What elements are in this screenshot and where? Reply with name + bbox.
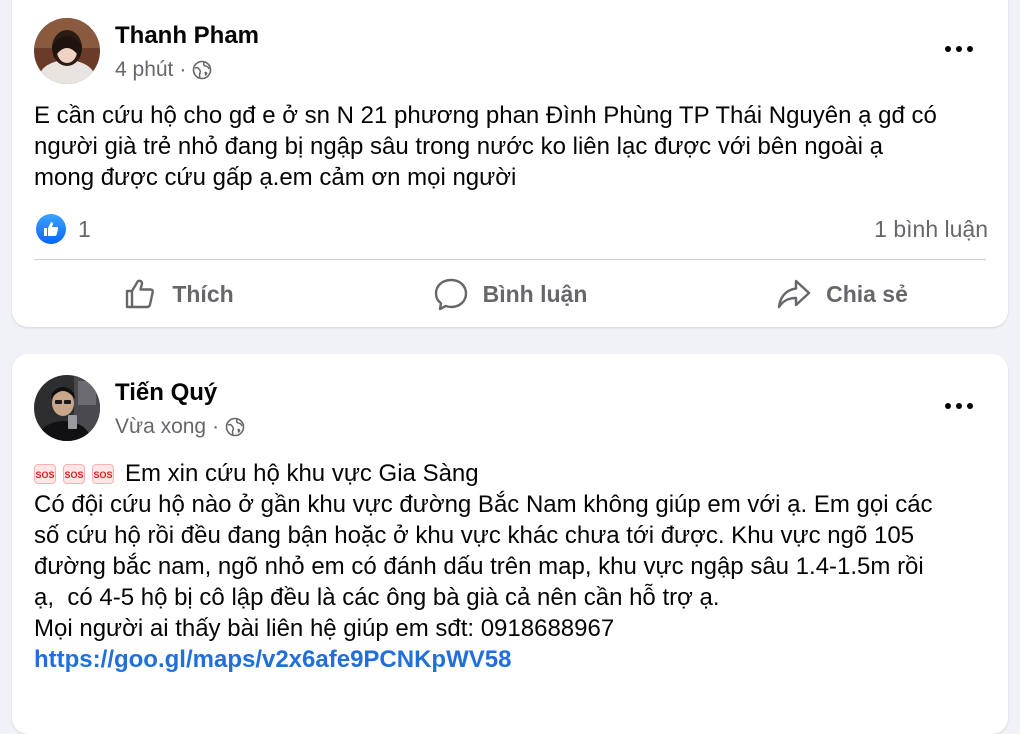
- post-body-line: mong được cứu gấp ạ.em cảm ơn mọi người: [34, 164, 517, 191]
- post-card: Thanh Pham 4 phút · E cần cứu hộ cho gđ …: [12, 0, 1008, 327]
- divider: [34, 259, 986, 260]
- post-actions: Thích Bình luận Chia sẻ: [12, 264, 1008, 324]
- post-body-line: đường bắc nam, ngõ nhỏ em có đánh dấu tr…: [34, 553, 924, 580]
- share-icon: [777, 279, 811, 309]
- sos-emoji: SOS: [63, 463, 85, 484]
- post-meta: Vừa xong ·: [115, 415, 245, 439]
- share-button-label: Chia sẻ: [826, 280, 908, 307]
- post-body-line: Mọi người ai thấy bài liên hệ giúp em sđ…: [34, 615, 615, 642]
- like-reaction-icon: [36, 214, 66, 244]
- comment-count[interactable]: 1 bình luận: [874, 216, 988, 243]
- like-button[interactable]: Thích: [12, 264, 344, 324]
- reactions-summary[interactable]: 1: [36, 214, 91, 244]
- more-options-icon[interactable]: [944, 396, 974, 416]
- globe-icon: [225, 417, 245, 437]
- avatar[interactable]: [34, 18, 100, 84]
- thumbs-up-icon: [126, 279, 155, 309]
- headline-text: Em xin cứu hộ khu vực Gia Sàng: [125, 460, 479, 487]
- post-body-line: người già trẻ nhỏ đang bị ngập sâu trong…: [34, 133, 883, 160]
- author-name[interactable]: Tiến Quý: [115, 379, 217, 407]
- meta-separator: ·: [179, 58, 187, 81]
- post-time[interactable]: Vừa xong: [115, 415, 206, 439]
- globe-icon: [193, 60, 212, 80]
- post-body-line: Có đội cứu hộ nào ở gần khu vực đường Bắ…: [34, 491, 933, 518]
- share-button[interactable]: Chia sẻ: [676, 264, 1008, 324]
- post-time[interactable]: 4 phút: [115, 58, 173, 82]
- post-headline: SOS SOS SOS Em xin cứu hộ khu vực Gia Sà…: [34, 458, 994, 489]
- meta-separator: ·: [212, 415, 220, 438]
- author-name[interactable]: Thanh Pham: [115, 22, 259, 50]
- post-body: E cần cứu hộ cho gđ e ở sn N 21 phương p…: [34, 100, 994, 193]
- comment-button[interactable]: Bình luận: [344, 264, 676, 324]
- post-body: SOS SOS SOS Em xin cứu hộ khu vực Gia Sà…: [34, 458, 994, 675]
- map-link[interactable]: https://goo.gl/maps/v2x6afe9PCNKpWV58: [34, 644, 994, 675]
- post-body-line: ạ, có 4-5 hộ bị cô lập đều là các ông bà…: [34, 584, 720, 611]
- comment-icon: [434, 278, 467, 311]
- like-button-label: Thích: [172, 280, 234, 307]
- avatar[interactable]: [34, 375, 100, 441]
- post-meta: 4 phút ·: [115, 58, 212, 82]
- comment-button-label: Bình luận: [482, 280, 588, 307]
- more-options-icon[interactable]: [944, 39, 974, 59]
- sos-emoji: SOS: [34, 463, 56, 484]
- post-body-line: E cần cứu hộ cho gđ e ở sn N 21 phương p…: [34, 102, 937, 129]
- post-card: Tiến Quý Vừa xong · SOS SOS SOS Em xin c…: [12, 354, 1008, 734]
- post-body-line: số cứu hộ rồi đều đang bận hoặc ở khu vự…: [34, 522, 915, 549]
- sos-emoji: SOS: [92, 463, 114, 484]
- reaction-count: 1: [78, 215, 91, 242]
